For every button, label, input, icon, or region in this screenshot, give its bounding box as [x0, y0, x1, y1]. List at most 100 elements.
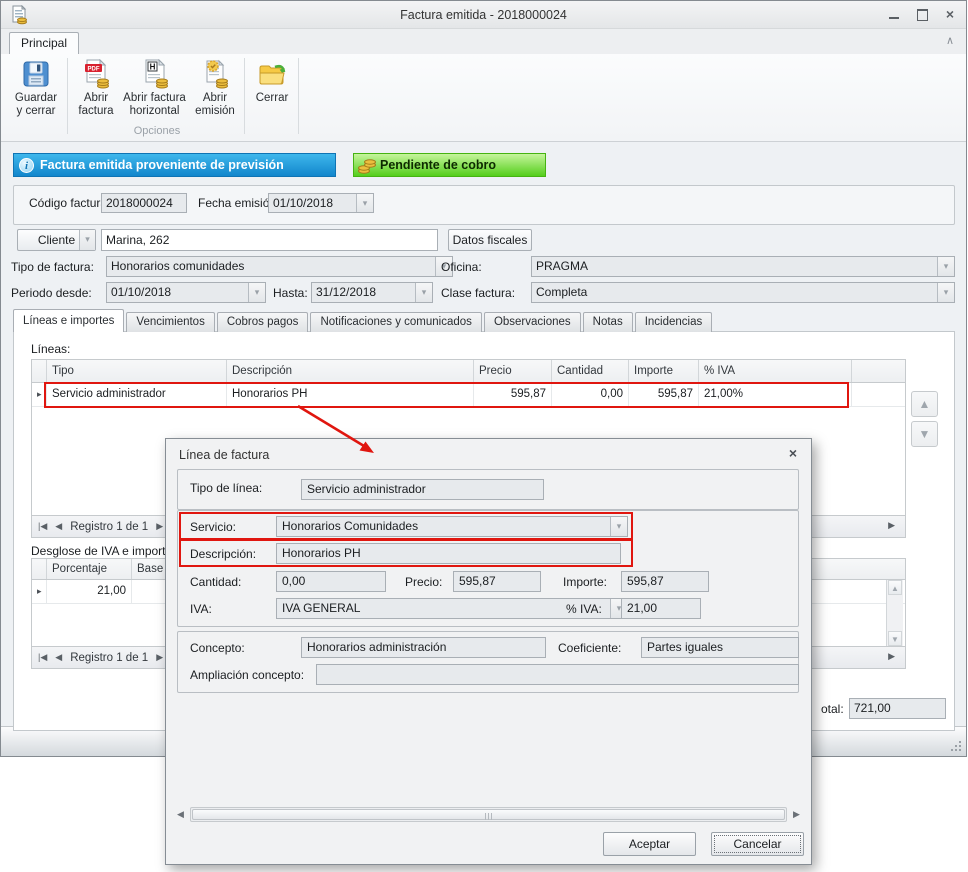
fecha-emision-field[interactable]: 01/10/2018 ▾	[268, 193, 374, 213]
lines-record-counter: Registro 1 de 1	[70, 521, 148, 533]
open-invoice-horizontal-button[interactable]: H Abrir factura horizontal	[122, 57, 187, 118]
move-line-up-button[interactable]: ▲	[911, 391, 938, 417]
emission-icon	[200, 59, 230, 89]
dropdown-arrow-icon[interactable]: ▾	[610, 517, 627, 536]
tab-cobros-pagos[interactable]: Cobros pagos	[217, 312, 309, 332]
next-record-icon[interactable]: ▶	[156, 652, 163, 663]
next-record-icon[interactable]: ▶	[156, 521, 163, 532]
next-record-icon[interactable]: ▶	[888, 651, 895, 662]
scrollbar-thumb[interactable]	[192, 809, 785, 820]
hasta-combo[interactable]: 31/12/2018 ▾	[311, 282, 433, 303]
iva-grid-vscrollbar[interactable]: ▲ ▼	[886, 580, 903, 646]
col-porcentaje[interactable]: Porcentaje	[47, 559, 132, 579]
tipo-linea-field[interactable]: Servicio administrador	[301, 479, 544, 500]
lines-grid-row[interactable]: ▸ Servicio administrador Honorarios PH 5…	[32, 383, 905, 407]
periodo-desde-combo[interactable]: 01/10/2018 ▾	[106, 282, 266, 303]
next-record-icon[interactable]: ▶	[888, 520, 895, 531]
scroll-down-icon[interactable]: ▼	[888, 631, 902, 646]
tab-observaciones[interactable]: Observaciones	[484, 312, 581, 332]
pct-iva-field[interactable]: 21,00	[621, 598, 701, 619]
horizontal-scrollbar[interactable]	[190, 807, 787, 822]
scroll-right-button[interactable]: ▶	[789, 807, 804, 822]
col-pct-iva[interactable]: % IVA	[699, 360, 852, 382]
datos-fiscales-button[interactable]: Datos fiscales	[448, 229, 532, 251]
svg-text:H: H	[149, 63, 155, 72]
close-button[interactable]: ×	[944, 9, 956, 20]
dropdown-arrow-icon[interactable]: ▾	[79, 230, 95, 250]
importe-field[interactable]: 595,87	[621, 571, 709, 592]
ribbon-separator	[67, 58, 68, 134]
tab-notificaciones[interactable]: Notificaciones y comunicados	[310, 312, 482, 332]
tab-lineas-e-importes[interactable]: Líneas e importes	[13, 309, 124, 332]
col-precio[interactable]: Precio	[474, 360, 552, 382]
save-icon	[21, 59, 51, 89]
cliente-name-field[interactable]: Marina, 262	[101, 229, 438, 251]
close-folder-icon	[257, 59, 287, 89]
cliente-button[interactable]: Cliente ▾	[17, 229, 96, 251]
precio-field[interactable]: 595,87	[453, 571, 541, 592]
minimize-button[interactable]	[888, 9, 900, 20]
ampliacion-concepto-field[interactable]	[316, 664, 799, 685]
clase-factura-label: Clase factura:	[441, 286, 515, 300]
move-line-down-button[interactable]: ▼	[911, 421, 938, 447]
precio-label: Precio:	[405, 575, 442, 589]
ribbon-separator	[244, 58, 245, 134]
tab-incidencias[interactable]: Incidencias	[635, 312, 713, 332]
col-cantidad[interactable]: Cantidad	[552, 360, 629, 382]
cantidad-label: Cantidad:	[190, 575, 241, 589]
aceptar-button[interactable]: Aceptar	[603, 832, 696, 856]
cancelar-button[interactable]: Cancelar	[711, 832, 804, 856]
scroll-left-button[interactable]: ◀	[173, 807, 188, 822]
ribbon-collapse-icon[interactable]: ∧	[946, 34, 954, 47]
col-importe[interactable]: Importe	[629, 360, 699, 382]
close-ribbon-button[interactable]: Cerrar	[248, 57, 296, 105]
ribbon-separator	[298, 58, 299, 134]
col-tipo[interactable]: Tipo	[47, 360, 227, 382]
lines-grid-header: Tipo Descripción Precio Cantidad Importe…	[32, 360, 905, 383]
linea-de-factura-dialog: Línea de factura × Tipo de línea: Servic…	[165, 438, 812, 865]
open-invoice-label-1: Abrir	[71, 92, 121, 105]
restore-button[interactable]	[916, 9, 928, 20]
tab-notas[interactable]: Notas	[583, 312, 633, 332]
dropdown-arrow-icon[interactable]: ▾	[937, 257, 954, 276]
coins-icon	[358, 158, 376, 174]
open-emission-button[interactable]: Abrir emisión	[189, 57, 241, 118]
pct-iva-label: % IVA:	[566, 602, 602, 616]
concepto-label: Concepto:	[190, 641, 245, 655]
dialog-title: Línea de factura	[179, 448, 269, 462]
cell-descripcion: Honorarios PH	[227, 383, 474, 406]
cantidad-field[interactable]: 0,00	[276, 571, 386, 592]
tab-vencimientos[interactable]: Vencimientos	[126, 312, 214, 332]
clase-factura-combo[interactable]: Completa ▾	[531, 282, 955, 303]
tipo-factura-combo[interactable]: Honorarios comunidades ▾	[106, 256, 453, 277]
prev-record-icon[interactable]: ◀	[55, 652, 62, 663]
tipo-linea-label: Tipo de línea:	[190, 481, 262, 495]
ribbon-tab-principal[interactable]: Principal	[9, 32, 79, 54]
window-icon	[9, 5, 29, 28]
col-descripcion[interactable]: Descripción	[227, 360, 474, 382]
first-record-icon[interactable]: |◀	[38, 521, 47, 532]
resize-grip[interactable]	[950, 740, 961, 751]
scroll-up-icon[interactable]: ▲	[888, 580, 902, 595]
first-record-icon[interactable]: |◀	[38, 652, 47, 663]
dropdown-arrow-icon[interactable]: ▾	[248, 283, 265, 302]
coeficiente-field[interactable]: Partes iguales	[641, 637, 799, 658]
codigo-factura-field[interactable]: 2018000024	[101, 193, 187, 213]
open-invoice-horizontal-label-1: Abrir factura	[122, 92, 187, 105]
servicio-combo[interactable]: Honorarios Comunidades ▾	[276, 516, 628, 537]
prev-record-icon[interactable]: ◀	[55, 521, 62, 532]
dialog-close-button[interactable]: ×	[789, 445, 797, 461]
hasta-label: Hasta:	[273, 286, 308, 300]
descripcion-field[interactable]: Honorarios PH	[276, 543, 621, 564]
open-invoice-button[interactable]: PDF Abrir factura	[71, 57, 121, 118]
dropdown-arrow-icon[interactable]: ▾	[937, 283, 954, 302]
oficina-combo[interactable]: PRAGMA ▾	[531, 256, 955, 277]
save-and-close-button[interactable]: Guardar y cerrar	[7, 57, 65, 118]
iva-label: IVA:	[190, 602, 212, 616]
concepto-field[interactable]: Honorarios administración	[301, 637, 546, 658]
importe-total-field[interactable]: 721,00	[849, 698, 946, 719]
svg-text:PDF: PDF	[88, 66, 100, 72]
window-title: Factura emitida - 2018000024	[1, 1, 966, 29]
dropdown-arrow-icon[interactable]: ▾	[415, 283, 432, 302]
dropdown-arrow-icon[interactable]: ▾	[356, 194, 373, 212]
